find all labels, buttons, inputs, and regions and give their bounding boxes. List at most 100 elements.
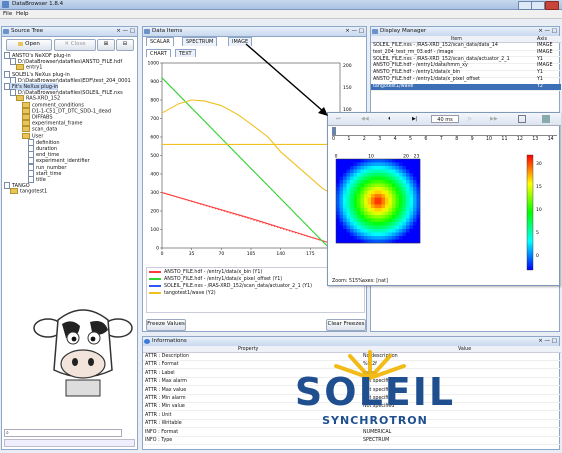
heatmap-cell [402,183,407,188]
display-manager-controls[interactable]: × — □ [538,28,557,34]
heatmap-cell [371,229,375,233]
panel-controls[interactable]: × — □ [116,28,135,34]
heatmap-cell [346,173,351,177]
menu-bar: File Help [0,10,562,19]
next-frame-icon[interactable]: ▶▶ [490,116,498,122]
play-icon[interactable]: ▷ [468,116,472,122]
image-viewer-window: ⏮ ◀◀ ⏴ ▶| 40 ms ▷ ▶▶ 0 1 2 3 4 5 6 7 8 9 10 11 12 13 1… [327,112,561,286]
chart-point [205,205,208,207]
heatmap-cell [339,190,344,195]
minimize-button[interactable] [518,1,532,10]
heatmap-cell [406,180,410,184]
heatmap-cell [416,159,421,163]
menu-help[interactable]: Help [16,11,29,17]
heatmap-cell [336,173,340,177]
heatmap-cell [346,229,351,233]
heatmap-cell [388,239,393,244]
chart-point [315,238,317,240]
annotation-arrow [245,43,328,116]
heatmap-cell [385,208,389,212]
heatmap-cell [392,222,396,226]
heatmap-cell [367,215,372,219]
y-tick-label: 200 [150,209,159,215]
chart-point [306,235,308,237]
heatmap-cell [388,215,393,219]
heatmap-cell [343,232,347,237]
heatmap-cell [388,194,393,198]
axes-label: axes: [nat] [362,279,388,284]
speed-field[interactable]: 40 ms [431,115,459,123]
chart-point [259,176,261,179]
settings-icon[interactable] [518,115,526,123]
heatmap-cell [350,173,354,177]
heatmap-cell [385,187,389,191]
info-row[interactable]: INFO : Type SPECTRUM [143,437,561,445]
menu-file[interactable]: File [3,11,12,17]
tree-node[interactable]: tangotest1 [10,188,47,195]
heatmap-cell [409,229,414,233]
info-property: ATTR : Max value [145,387,187,393]
freeze-values-button[interactable]: Freeze Values [146,319,186,331]
color-scale-label: 30 [536,161,542,167]
heatmap-cell [339,215,344,219]
heatmap-cell [388,166,393,170]
chart-point [274,225,276,228]
heatmap-cell [353,180,358,184]
chart-point [256,220,258,222]
heatmap-cell [367,239,372,244]
heatmap-cell [392,239,396,244]
chart-point [309,228,311,230]
close-source-button[interactable]: ✕ Close [54,39,96,51]
heatmap-cell [399,239,403,244]
expand-all-button[interactable]: ⊞ [97,39,115,51]
first-frame-icon[interactable]: ⏮ [336,116,341,122]
display-manager-row[interactable]: tangotest1/wave Y2 [371,83,561,92]
heatmap-cell [413,169,417,174]
data-items-controls[interactable]: × — □ [345,28,364,34]
heatmap-cell [409,239,414,244]
heatmap-cell [374,208,379,212]
heatmap-cell [402,162,407,167]
heatmap-cell [371,190,375,195]
frame-slider-thumb[interactable] [332,127,336,135]
image-heatmap[interactable]: 0 10 20 23 30 15 10 5 0 [330,153,560,278]
close-window-button[interactable] [545,1,559,10]
col-property[interactable]: Property [238,346,258,353]
open-button[interactable]: Open [6,39,52,51]
row-axis: IMAGE [537,49,553,55]
heatmap-cell [339,197,344,202]
heatmap-cell [395,176,400,181]
heatmap-cell [343,194,347,198]
step-icon[interactable]: ▶| [412,116,418,122]
play-back-icon[interactable]: ⏴ [388,116,391,122]
frame-slider[interactable]: 0 1 2 3 4 5 6 7 8 9 10 11 12 13 14 [328,126,561,146]
tab-spectrum[interactable]: SPECTRUM [182,37,218,46]
clear-freezes-button[interactable]: Clear Freezes [326,319,366,331]
frame-tick-label: 3 [378,137,382,142]
heatmap-cell [388,208,393,212]
tab-scalar[interactable]: SCALAR [146,37,174,46]
heatmap-cell [339,187,344,191]
tree-node[interactable]: title [28,176,46,183]
y-tick-label: 500 [150,153,159,159]
heatmap-cell [416,162,421,167]
chart-point [197,202,199,204]
chart-point [161,77,163,79]
tree-filter-input[interactable] [4,429,122,437]
heatmap-cell [364,215,368,219]
collapse-all-button[interactable]: ⊟ [116,39,134,51]
chart-point [194,110,196,112]
prev-frame-icon[interactable]: ◀◀ [361,116,369,122]
heatmap-cell [346,208,351,212]
info-icon [144,339,150,344]
informations-controls[interactable]: × — □ [538,338,557,344]
heatmap-cell [346,218,351,223]
tree-horizontal-scrollbar[interactable] [4,439,135,447]
soleil-synchrotron-logo: SOLEIL SYNCHROTRON [280,348,470,433]
maximize-button[interactable] [531,1,545,10]
heatmap-cell [406,197,410,202]
heatmap-cell [381,197,386,202]
chart-point [262,222,264,224]
chart-point [197,113,199,115]
save-icon[interactable] [542,115,550,123]
